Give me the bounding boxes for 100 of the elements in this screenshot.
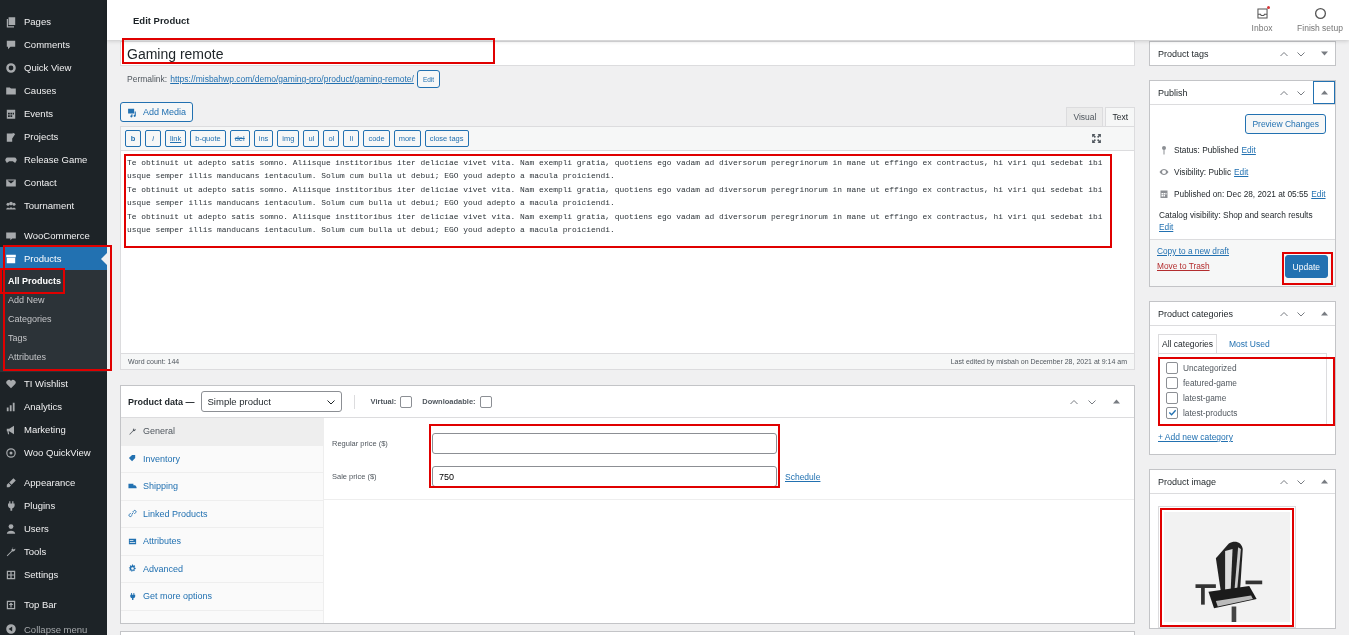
price-field[interactable]	[432, 433, 777, 454]
add-category-link[interactable]: + Add new category	[1158, 432, 1233, 442]
menu-item[interactable]: Users	[0, 517, 107, 540]
product-data-tab[interactable]: Inventory	[121, 445, 323, 473]
plug-icon	[5, 499, 17, 512]
pages-icon	[5, 15, 17, 28]
submenu-item[interactable]: Add New	[0, 291, 107, 310]
submenu-item[interactable]: Tags	[0, 329, 107, 348]
product-data-tab[interactable]: Attributes	[121, 528, 323, 556]
panel-title: Publish	[1158, 87, 1188, 98]
edit-link[interactable]: Edit	[1234, 166, 1249, 178]
list-icon	[128, 536, 137, 546]
plug-icon	[128, 591, 137, 601]
menu-item[interactable]: Products	[0, 247, 107, 270]
wrench-icon	[5, 545, 17, 558]
checkbox-label: featured-game	[1183, 377, 1237, 388]
checkbox[interactable]	[479, 395, 492, 408]
schedule-link[interactable]: Schedule	[785, 471, 821, 482]
collapse-menu-button[interactable]: Collapse menu	[0, 623, 107, 635]
menu-item[interactable]: Contact	[0, 171, 107, 194]
megaphone-icon	[5, 423, 17, 436]
eye-icon	[1159, 167, 1169, 177]
header-button[interactable]: Finish setup	[1291, 7, 1349, 33]
submenu-item[interactable]: All Products	[0, 272, 107, 291]
menu-item[interactable]: Marketing	[0, 418, 107, 441]
pencil-page-icon	[5, 130, 17, 143]
toggle-button[interactable]	[1313, 81, 1335, 104]
pin-icon	[1159, 145, 1169, 155]
user-icon	[5, 522, 17, 535]
menu-item[interactable]: Plugins	[0, 494, 107, 517]
page-title: Edit Product	[133, 14, 190, 26]
product-data-tab[interactable]: Linked Products	[121, 500, 323, 528]
category-tab[interactable]: Most Used	[1225, 334, 1274, 353]
menu-item[interactable]: Projects	[0, 125, 107, 148]
menu-item[interactable]: Release Game	[0, 148, 107, 171]
menu-item[interactable]: Top Bar	[0, 593, 107, 616]
link-icon	[128, 509, 137, 519]
menu-item[interactable]: Settings	[0, 563, 107, 586]
checkbox-label: Uncategorized	[1183, 362, 1237, 373]
upload-icon	[5, 598, 17, 611]
product-data-tab[interactable]: Advanced	[121, 555, 323, 583]
checkbox[interactable]	[1166, 376, 1178, 389]
gear-icon	[128, 564, 137, 574]
copy-draft-link[interactable]: Copy to a new draft	[1157, 246, 1229, 256]
bar-chart-icon	[5, 400, 17, 413]
checkbox[interactable]	[1166, 391, 1178, 404]
header-button[interactable]: Inbox	[1233, 7, 1291, 33]
product-type-select[interactable]: Simple product	[200, 391, 342, 412]
menu-item[interactable]: Woo QuickView	[0, 441, 107, 464]
status-text: Published on: Dec 28, 2021 at 05:55	[1174, 188, 1309, 200]
edit-link[interactable]: Edit	[1159, 221, 1174, 233]
menu-item[interactable]: Pages	[0, 10, 107, 33]
expand-icon[interactable]	[1091, 133, 1102, 144]
permalink-link[interactable]: https://misbahwp.com/demo/gaming-pro/product/gaming-remote/	[170, 74, 414, 84]
update-button[interactable]: Update	[1284, 255, 1328, 278]
submenu-item[interactable]: Attributes	[0, 348, 107, 367]
folder-icon	[5, 84, 17, 97]
menu-item[interactable]: Tools	[0, 540, 107, 563]
menu-item[interactable]: Analytics	[0, 395, 107, 418]
checkbox-label: latest-products	[1183, 407, 1238, 418]
edit-link[interactable]: Edit	[1311, 188, 1326, 200]
menu-item[interactable]: Events	[0, 102, 107, 125]
checkbox[interactable]	[400, 395, 413, 408]
inbox-icon	[1255, 7, 1269, 20]
permalink-label: Permalink:	[127, 74, 168, 84]
add-media-button[interactable]: Add Media	[120, 102, 194, 122]
eye-icon	[5, 446, 17, 459]
panel-title: Product data —	[128, 396, 195, 407]
title-field[interactable]: Gaming remote	[120, 41, 1135, 66]
envelope-icon	[5, 176, 17, 189]
circle-icon	[1313, 7, 1327, 20]
submenu-item[interactable]: Categories	[0, 310, 107, 329]
menu-item[interactable]: Causes	[0, 79, 107, 102]
editor-tab[interactable]: Text	[1105, 107, 1135, 126]
menu-item[interactable]: Comments	[0, 33, 107, 56]
menu-item[interactable]: WooCommerce	[0, 224, 107, 247]
calendar-icon	[5, 107, 17, 120]
checkbox[interactable]	[1166, 361, 1178, 374]
menu-item[interactable]: Tournament	[0, 194, 107, 217]
category-tab[interactable]: All categories	[1158, 334, 1218, 353]
preview-button[interactable]: Preview Changes	[1245, 114, 1326, 134]
product-data-tab[interactable]: General	[121, 418, 323, 446]
group-icon	[5, 199, 17, 212]
menu-item[interactable]: TI Wishlist	[0, 372, 107, 395]
menu-item[interactable]: Appearance	[0, 471, 107, 494]
product-data-tab[interactable]: Get more options	[121, 583, 323, 611]
ring-icon	[5, 61, 17, 74]
speech-bubble-icon	[5, 229, 17, 242]
editor-tab[interactable]: Visual	[1066, 107, 1104, 126]
edit-link[interactable]: Edit	[1241, 144, 1256, 156]
checkbox[interactable]	[1166, 406, 1178, 419]
menu-item[interactable]: Quick View	[0, 56, 107, 79]
box-icon	[5, 252, 17, 265]
trash-link[interactable]: Move to Trash	[1157, 261, 1229, 271]
price-field[interactable]: 750	[432, 466, 777, 487]
tag-icon	[128, 454, 137, 464]
wrench-icon	[128, 426, 137, 436]
panel-title: Product image	[1158, 476, 1217, 487]
product-data-tab[interactable]: Shipping	[121, 473, 323, 501]
triangle-up-icon	[1112, 399, 1120, 404]
